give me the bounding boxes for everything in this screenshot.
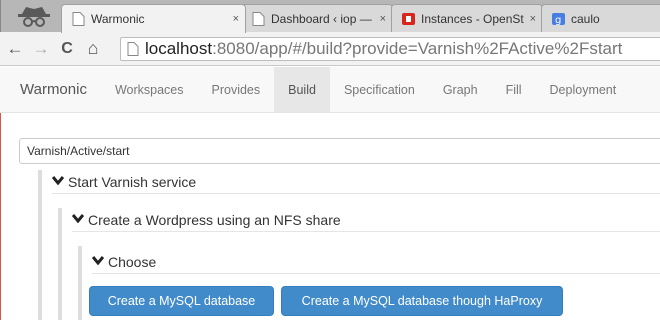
- close-tab-icon[interactable]: ×: [380, 13, 386, 25]
- google-plus-icon: g: [552, 12, 565, 26]
- build-panel: Start Varnish service Create a Wordpress…: [0, 113, 660, 320]
- tab-label: Dashboard ‹ iop — W: [271, 11, 374, 26]
- node-label: Start Varnish service: [68, 173, 197, 190]
- tree-guide: [58, 208, 62, 320]
- node-label: Choose: [108, 253, 157, 270]
- brand-logo[interactable]: Warmonic: [0, 67, 101, 112]
- nav-deployment[interactable]: Deployment: [536, 67, 631, 112]
- reload-icon[interactable]: C: [56, 38, 78, 60]
- browser-tabstrip: Warmonic × Dashboard ‹ iop — W × Instanc…: [0, 0, 660, 33]
- url-host: localhost: [145, 39, 213, 58]
- tab-label: Instances - OpenStac: [421, 11, 524, 26]
- incognito-icon: [11, 2, 57, 30]
- nav-build[interactable]: Build: [274, 67, 330, 112]
- nav-fill[interactable]: Fill: [492, 67, 536, 112]
- nav-specification[interactable]: Specification: [330, 67, 429, 112]
- node-label: Create a Wordpress using an NFS share: [88, 211, 341, 228]
- chevron-down-icon: [71, 213, 85, 226]
- tab-instances[interactable]: Instances - OpenStac ×: [391, 4, 543, 32]
- create-mysql-haproxy-button[interactable]: Create a MySQL database though HaProxy: [281, 286, 563, 316]
- tab-label: caulo: [571, 11, 600, 26]
- window-edge: [0, 113, 1, 320]
- page-icon: [127, 42, 139, 56]
- close-tab-icon[interactable]: ×: [233, 13, 239, 25]
- tab-label: Warmonic: [91, 12, 145, 26]
- tab-warmonic[interactable]: Warmonic ×: [61, 4, 246, 33]
- node-create-wordpress[interactable]: Create a Wordpress using an NFS share: [71, 208, 660, 232]
- page-icon: [72, 12, 85, 26]
- create-mysql-button[interactable]: Create a MySQL database: [89, 286, 274, 316]
- svg-text:g: g: [555, 15, 561, 26]
- nav-provides[interactable]: Provides: [198, 67, 275, 112]
- home-icon[interactable]: ⌂: [82, 38, 104, 60]
- back-icon[interactable]: ←: [4, 38, 26, 60]
- nav-workspaces[interactable]: Workspaces: [101, 67, 198, 112]
- tree-guide: [78, 246, 82, 320]
- url-path: :8080/app/#/build?provide=Varnish%2FActi…: [212, 39, 623, 58]
- provide-path-input[interactable]: [19, 138, 660, 164]
- address-bar[interactable]: localhost:8080/app/#/build?provide=Varni…: [120, 37, 660, 61]
- close-tab-icon[interactable]: ×: [530, 13, 536, 25]
- node-choose[interactable]: Choose: [91, 250, 660, 274]
- tree-guide: [38, 170, 42, 320]
- tab-dashboard[interactable]: Dashboard ‹ iop — W ×: [241, 4, 393, 32]
- app-navbar: Warmonic Workspaces Provides Build Speci…: [0, 67, 660, 113]
- openstack-icon: [402, 12, 415, 25]
- chevron-down-icon: [51, 175, 65, 188]
- forward-icon[interactable]: →: [30, 38, 52, 60]
- tab-caulo[interactable]: g caulo: [541, 4, 660, 32]
- node-start-varnish[interactable]: Start Varnish service: [51, 170, 660, 194]
- nav-graph[interactable]: Graph: [429, 67, 492, 112]
- chevron-down-icon: [91, 255, 105, 268]
- browser-toolbar: ← → C ⌂ localhost:8080/app/#/build?provi…: [0, 32, 660, 66]
- page-icon: [252, 11, 265, 26]
